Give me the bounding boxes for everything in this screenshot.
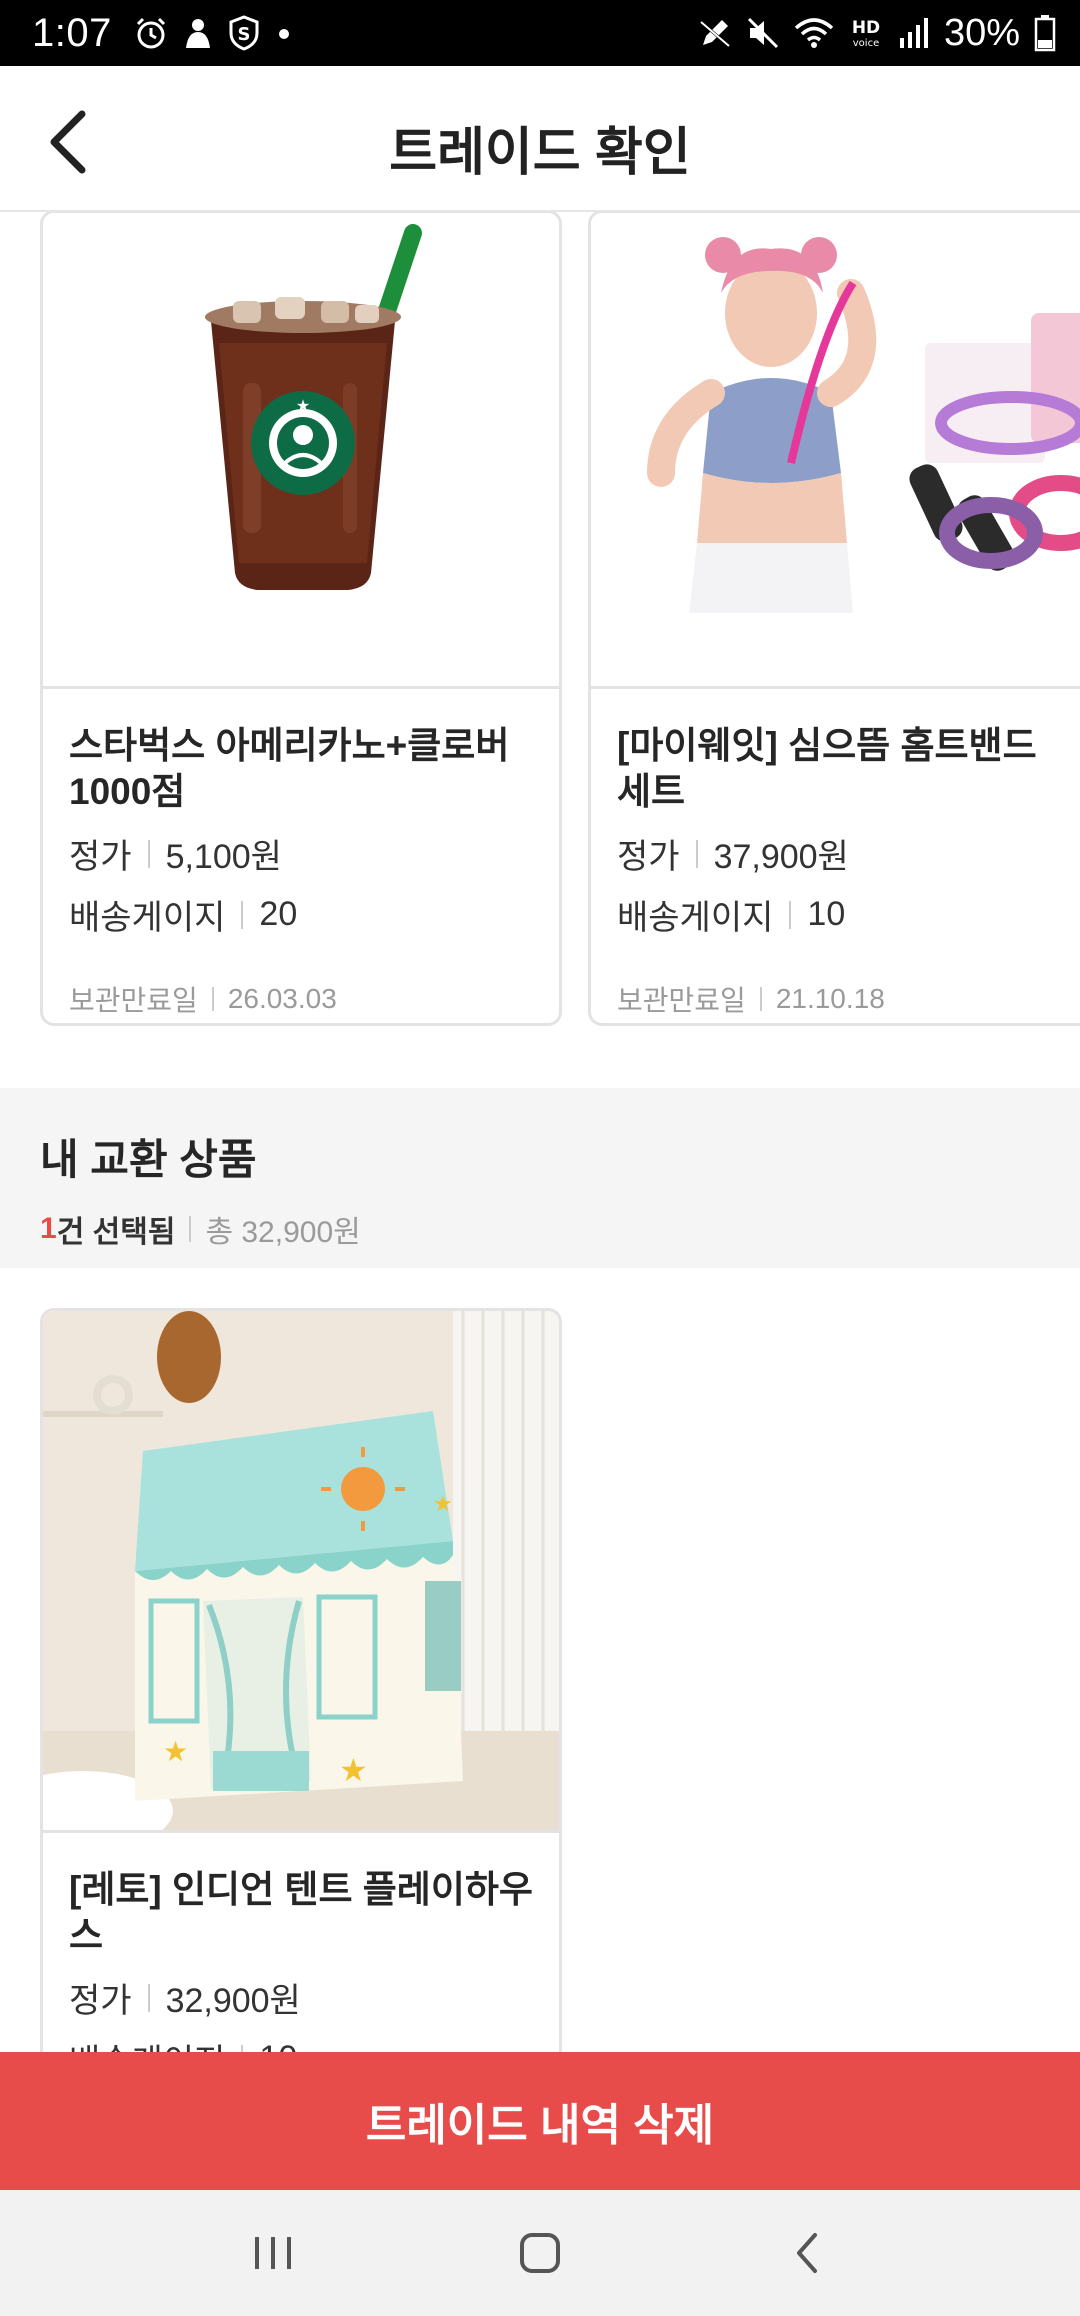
divider: [241, 2044, 244, 2052]
item-gauge: 20: [259, 895, 298, 933]
app-header: 트레이드 확인: [0, 66, 1080, 212]
item-name: 스타벅스 아메리카노+클로버 1000점: [69, 725, 510, 812]
item-name: [레토] 인디언 텐트 플레이하우스: [69, 1869, 533, 1956]
mute-icon: [747, 17, 778, 49]
item-expiry: 21.10.18: [775, 983, 885, 1014]
starbucks-iced-coffee-image: ★: [43, 213, 559, 689]
divider: [147, 839, 150, 868]
divider: [759, 987, 762, 1011]
home-icon: [519, 2233, 560, 2273]
my-item-card[interactable]: ★ ★ ★ [레토] 인디언 텐트 플레이하우스 정가 32,900원 배송게이…: [40, 1308, 562, 2052]
item-name: [마이웨잇] 심으뜸 홈트밴드 세트: [617, 725, 1037, 812]
divider: [789, 900, 792, 929]
divider: [189, 1216, 192, 1242]
delete-trade-button[interactable]: 트레이드 내역 삭제: [0, 2052, 1080, 2190]
item-price: 5,100원: [165, 838, 282, 876]
item-gauge: 10: [259, 2039, 297, 2052]
battery-icon: [1034, 15, 1056, 52]
gauge-label: 배송게이지: [69, 899, 226, 937]
recents-icon: [255, 2237, 292, 2269]
scroll-content[interactable]: ★ 스타벅스 아메리카노+클로버 1000점 정가 5,100원 배송게이지 2…: [0, 212, 1080, 2052]
fitness-band-set-image: [591, 213, 1080, 689]
svg-text:HD: HD: [852, 18, 880, 38]
selected-total: 총 32,900원: [205, 1216, 361, 1249]
nav-back-button[interactable]: [757, 2213, 857, 2293]
person-notification-icon: [185, 19, 210, 48]
price-label: 정가: [617, 838, 680, 876]
my-items-section-header: 내 교환 상품 1 건 선택됨 총 32,900원: [0, 1088, 1080, 1268]
gauge-label: 배송게이지: [69, 2034, 225, 2052]
battery-percent: 30%: [943, 11, 1020, 54]
selected-count: 1: [40, 1212, 57, 1245]
expiry-label: 보관만료일: [69, 985, 198, 1016]
svg-text:★: ★: [296, 396, 310, 415]
item-price: 32,900원: [165, 1982, 301, 2020]
dot-icon: [278, 29, 289, 39]
section-title: 내 교환 상품: [40, 1136, 257, 1183]
price-label: 정가: [69, 838, 132, 876]
svg-text:★: ★: [339, 1751, 368, 1789]
status-bar: 1:07 S HD voice 30%: [0, 0, 1080, 66]
page-title: 트레이드 확인: [389, 124, 691, 182]
system-nav-bar: [0, 2190, 1080, 2316]
gauge-label: 배송게이지: [617, 899, 774, 937]
shield-s-icon: S: [229, 15, 259, 51]
alarm-icon: [136, 17, 165, 49]
signal-icon: [899, 18, 928, 48]
home-button[interactable]: [490, 2213, 590, 2293]
offer-item-card[interactable]: [마이웨잇] 심으뜸 홈트밴드 세트 정가 37,900원 배송게이지 10 보…: [588, 212, 1080, 1026]
price-label: 정가: [69, 1982, 132, 2020]
divider: [211, 987, 214, 1011]
wifi-icon: [794, 18, 834, 48]
divider: [241, 900, 244, 929]
divider: [695, 839, 698, 868]
item-gauge: 10: [807, 895, 846, 933]
back-icon: [796, 2233, 817, 2273]
expiry-label: 보관만료일: [617, 985, 746, 1016]
status-time: 1:07: [32, 10, 112, 55]
pen-icon: [699, 20, 730, 48]
item-price: 37,900원: [713, 838, 849, 876]
divider: [147, 1983, 150, 2012]
item-expiry: 26.03.03: [227, 983, 337, 1014]
offer-item-card[interactable]: ★ 스타벅스 아메리카노+클로버 1000점 정가 5,100원 배송게이지 2…: [40, 212, 562, 1026]
svg-text:★: ★: [433, 1492, 453, 1517]
recents-button[interactable]: [223, 2213, 323, 2293]
selected-label: 건 선택됨: [56, 1216, 176, 1249]
svg-text:★: ★: [163, 1735, 188, 1768]
kids-tent-playhouse-image: ★ ★ ★: [43, 1311, 559, 1833]
hd-voice-icon: HD voice: [852, 18, 880, 49]
svg-text:S: S: [237, 24, 250, 45]
svg-text:voice: voice: [853, 38, 879, 49]
